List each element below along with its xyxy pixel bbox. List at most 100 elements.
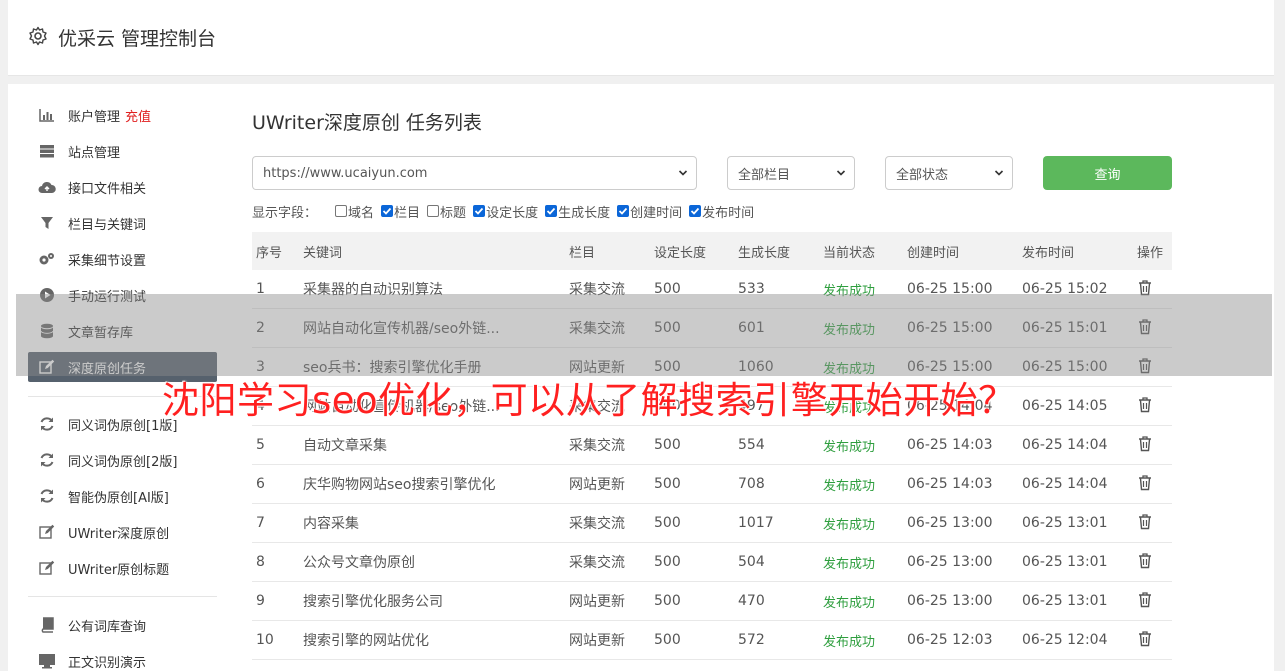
sidebar-item-label: 正文识别演示 (68, 655, 147, 671)
cell-published: 06-25 13:01 (1022, 515, 1108, 531)
cell-index: 7 (256, 515, 265, 531)
sidebar-item-label: 栏目与关键词 (68, 217, 147, 233)
cell-column: 采集交流 (569, 438, 625, 454)
edit-icon (38, 559, 56, 577)
server-icon (38, 142, 56, 160)
trash-icon[interactable] (1137, 279, 1153, 296)
cell-column: 采集交流 (569, 555, 625, 571)
cell-published: 06-25 13:01 (1022, 554, 1108, 570)
gear-icon (29, 26, 47, 46)
sidebar-item-synonym-v2[interactable]: 同义词伪原创[2版] (28, 445, 217, 475)
sidebar-item-public-lexicon[interactable]: 公有词库查询 (28, 610, 217, 640)
checkbox-box[interactable] (427, 205, 440, 217)
trash-icon[interactable] (1137, 435, 1153, 452)
cell-published: 06-25 14:04 (1022, 476, 1108, 492)
cell-keyword: 搜索引擎优化服务公司 (303, 594, 443, 610)
sidebar-item-label: 同义词伪原创[2版] (68, 454, 178, 470)
cell-created: 06-25 13:00 (907, 593, 993, 609)
cell-status: 发布成功 (823, 478, 876, 494)
site-select[interactable]: https://www.ucaiyun.com (252, 156, 697, 190)
table-row: 10 搜索引擎的网站优化 网站更新 500 572 发布成功 06-25 12:03 06-2… (252, 621, 1172, 660)
column-select[interactable]: 全部栏目 (727, 156, 855, 190)
cell-actions (1137, 630, 1172, 651)
field-checkbox-set-length[interactable]: 设定长度 (473, 202, 538, 221)
sidebar-item-uwriter-title[interactable]: UWriter原创标题 (28, 553, 217, 583)
sidebar-divider (28, 596, 217, 597)
cell-index: 8 (256, 554, 265, 570)
bar-chart-icon (38, 106, 56, 124)
status-select-value: 全部状态 (896, 167, 949, 183)
cell-column: 网站更新 (569, 477, 625, 493)
sidebar-item-columns-keywords[interactable]: 栏目与关键词 (28, 208, 217, 238)
column-select-value: 全部栏目 (738, 167, 791, 183)
field-checkbox-title[interactable]: 标题 (427, 202, 466, 221)
refresh-icon (38, 451, 56, 469)
cell-published: 06-25 12:04 (1022, 632, 1108, 648)
book-icon (38, 616, 56, 634)
checkbox-box[interactable] (335, 205, 348, 217)
status-select[interactable]: 全部状态 (885, 156, 1013, 190)
field-checkbox-created-time[interactable]: 创建时间 (617, 202, 682, 221)
check-icon (382, 207, 392, 215)
cell-created: 06-25 14:03 (907, 476, 993, 492)
sidebar-item-label: 接口文件相关 (68, 181, 147, 197)
field-checkbox-gen-length[interactable]: 生成长度 (545, 202, 610, 221)
cell-gen-length: 708 (738, 476, 765, 492)
sidebar-item-ai-original[interactable]: 智能伪原创[AI版] (28, 481, 217, 511)
sidebar-item-sites[interactable]: 站点管理 (28, 136, 217, 166)
cell-actions (1137, 513, 1172, 534)
checkbox-box[interactable] (617, 205, 630, 217)
sidebar-item-text-recognition[interactable]: 正文识别演示 (28, 646, 217, 671)
overlay-headline: 沈阳学习seo优化，可以从了解搜索引擎开始开始？ (162, 379, 1016, 422)
header-keyword: 关键词 (303, 245, 343, 261)
page-title: UWriter深度原创 任务列表 (252, 112, 482, 134)
sidebar-item-uwriter-original[interactable]: UWriter深度原创 (28, 517, 217, 547)
check-icon (546, 207, 556, 215)
header-created: 创建时间 (907, 245, 960, 261)
field-checkbox-column[interactable]: 栏目 (381, 202, 420, 221)
checkbox-box[interactable] (381, 205, 394, 217)
cell-set-length: 500 (654, 476, 681, 492)
checkbox-box[interactable] (473, 205, 486, 217)
trash-icon[interactable] (1137, 474, 1153, 491)
sidebar-item-label: 智能伪原创[AI版] (68, 490, 169, 506)
overlay-band (16, 294, 1272, 376)
recharge-link[interactable]: 充值 (125, 106, 151, 125)
cell-gen-length: 572 (738, 632, 765, 648)
cell-gen-length: 504 (738, 554, 765, 570)
cell-index: 5 (256, 437, 265, 453)
checkbox-box[interactable] (545, 205, 558, 217)
header-index: 序号 (256, 245, 283, 261)
cell-set-length: 500 (654, 632, 681, 648)
field-checkbox-domain[interactable]: 域名 (335, 202, 374, 221)
sidebar-item-account[interactable]: 账户管理 充值 (28, 100, 217, 130)
gears-icon (38, 250, 56, 268)
trash-icon[interactable] (1137, 591, 1153, 608)
sidebar-item-interface-files[interactable]: 接口文件相关 (28, 172, 217, 202)
trash-icon[interactable] (1137, 552, 1153, 569)
sidebar-item-collect-settings[interactable]: 采集细节设置 (28, 244, 217, 274)
monitor-icon (38, 652, 56, 670)
top-bar: 优采云 管理控制台 (8, 0, 1274, 76)
trash-icon[interactable] (1137, 396, 1153, 413)
cell-column: 采集交流 (569, 516, 625, 532)
trash-icon[interactable] (1137, 513, 1153, 530)
header-column: 栏目 (569, 245, 596, 261)
field-checkbox-publish-time[interactable]: 发布时间 (689, 202, 754, 221)
checkbox-box[interactable] (689, 205, 702, 217)
cloud-upload-icon (38, 178, 56, 196)
checkbox-label: 标题 (440, 205, 467, 221)
table-row: 6 庆华购物网站seo搜索引擎优化 网站更新 500 708 发布成功 06-25 14:0… (252, 465, 1172, 504)
trash-icon[interactable] (1137, 630, 1153, 647)
sidebar-item-label: 站点管理 (68, 145, 121, 161)
cell-actions (1137, 435, 1172, 456)
cell-actions (1137, 552, 1172, 573)
cell-set-length: 500 (654, 515, 681, 531)
cell-index: 9 (256, 593, 265, 609)
display-fields: 显示字段： 域名 栏目 标题 设定长度 生成长度 创建时间 发布时间 (252, 202, 761, 221)
check-icon (618, 207, 628, 215)
query-button[interactable]: 查询 (1043, 156, 1172, 190)
cell-column: 网站更新 (569, 633, 625, 649)
cell-created: 06-25 13:00 (907, 515, 993, 531)
table-row: 9 搜索引擎优化服务公司 网站更新 500 470 发布成功 06-25 13:00 06-2… (252, 582, 1172, 621)
